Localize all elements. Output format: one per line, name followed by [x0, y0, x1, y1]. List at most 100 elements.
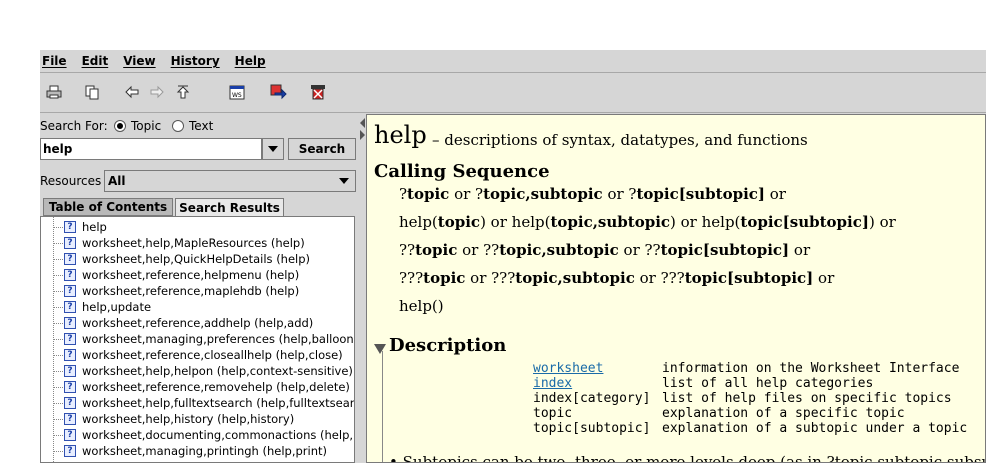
tree-connector	[53, 306, 63, 308]
back-arrow-icon[interactable]	[121, 81, 143, 103]
tree-connector	[53, 450, 63, 452]
pane-tabs: Table of Contents Search Results	[40, 198, 358, 216]
result-label: worksheet,reference,closeallhelp (help,c…	[82, 348, 343, 362]
tree-connector	[53, 226, 63, 228]
result-item[interactable]: ? worksheet,documenting,commonactions (he…	[41, 427, 354, 443]
page-subtitle: – descriptions of syntax, datatypes, and…	[432, 131, 808, 149]
calling-syntax: ???	[399, 269, 424, 287]
calling-line: ?topic or ?topic,subtopic or ?topic[subt…	[399, 185, 786, 203]
desc-value: explanation of a specific topic	[662, 406, 905, 421]
menu-help[interactable]: Help	[235, 54, 266, 68]
text-radio[interactable]	[172, 120, 184, 132]
topic-radio[interactable]	[114, 120, 126, 132]
resources-value: All	[108, 174, 126, 188]
tree-connector	[53, 274, 63, 276]
expand-right-icon[interactable]	[360, 130, 365, 140]
calling-syntax: help(	[399, 213, 438, 231]
help-topic-icon: ?	[64, 221, 76, 233]
calling-line: help(topic) or help(topic,subtopic) or h…	[399, 213, 896, 231]
tree-connector	[53, 354, 63, 356]
calling-syntax: or ?	[602, 185, 637, 203]
collapse-left-icon[interactable]	[360, 118, 365, 128]
go-to-page-icon[interactable]	[267, 81, 289, 103]
calling-syntax: or ???	[634, 269, 685, 287]
pane-splitter[interactable]	[358, 114, 366, 463]
calling-param: topic	[407, 185, 450, 203]
result-label: worksheet,help,fulltextsearch (help,full…	[82, 396, 355, 410]
result-item[interactable]: ? worksheet,help,QuickHelpDetails (help)	[41, 251, 310, 267]
desc-value: list of help files on specific topics	[662, 391, 952, 406]
topic-radio-label[interactable]: Topic	[131, 119, 161, 133]
calling-sequence-heading: Calling Sequence	[374, 161, 550, 182]
result-item[interactable]: ? worksheet,help,fulltextsearch (help,ful…	[41, 395, 355, 411]
help-page: help – descriptions of syntax, datatypes…	[366, 114, 986, 463]
result-item[interactable]: ? help	[41, 219, 107, 235]
help-topic-icon: ?	[64, 269, 76, 281]
menubar: File Edit View History Help	[40, 50, 986, 72]
resources-label: Resources	[40, 174, 102, 188]
bullet-text: Subtopics can be two, three, or more lev…	[402, 453, 986, 463]
result-label: worksheet,help,QuickHelpDetails (help)	[82, 252, 311, 266]
calling-syntax: or ?	[449, 185, 484, 203]
section-guide-line	[382, 351, 383, 462]
result-item[interactable]: ? worksheet,help,MapleResources (help)	[41, 235, 305, 251]
menu-edit[interactable]: Edit	[82, 54, 109, 68]
calling-syntax: or ??	[457, 241, 500, 259]
menu-history[interactable]: History	[171, 54, 220, 68]
calling-param: topic[subtopic]	[740, 213, 869, 231]
desc-link[interactable]: index	[533, 376, 572, 391]
desc-link[interactable]: worksheet	[533, 361, 603, 376]
result-label: help	[82, 220, 107, 234]
calling-syntax: help()	[399, 297, 444, 315]
toolbar: WS	[40, 73, 986, 111]
search-for-label: Search For:	[40, 119, 108, 133]
tree-connector	[53, 322, 63, 324]
result-label: worksheet,help,MapleResources (help)	[82, 236, 305, 250]
calling-param: topic	[423, 269, 466, 287]
forward-arrow-icon[interactable]	[146, 81, 168, 103]
search-history-dropdown[interactable]	[262, 138, 284, 160]
maple-help-window: File Edit View History Help WS Search Fo…	[40, 50, 986, 463]
copy-icon[interactable]	[81, 81, 103, 103]
close-page-icon[interactable]	[307, 81, 329, 103]
page-title: help	[374, 121, 427, 149]
menu-view[interactable]: View	[123, 54, 155, 68]
help-topic-icon: ?	[64, 317, 76, 329]
result-item[interactable]: ? worksheet,help,history (help,history)	[41, 411, 294, 427]
calling-param: topic[subtopic]	[684, 269, 814, 287]
menu-file[interactable]: File	[42, 54, 67, 68]
tree-connector	[53, 258, 63, 260]
calling-param: topic,subtopic	[515, 269, 635, 287]
calling-syntax: or	[813, 269, 835, 287]
result-label: worksheet,managing,printingh (help,print…	[82, 444, 328, 458]
resources-select[interactable]: All	[104, 170, 356, 192]
tab-search-results[interactable]: Search Results	[175, 198, 284, 216]
description-heading: Description	[389, 335, 507, 356]
printer-icon[interactable]	[43, 81, 65, 103]
tab-table-of-contents[interactable]: Table of Contents	[43, 198, 173, 216]
result-item[interactable]: ? worksheet,managing,preferences (help,ba…	[41, 331, 354, 347]
text-radio-label[interactable]: Text	[189, 119, 213, 133]
help-topic-icon: ?	[64, 397, 76, 409]
result-item[interactable]: ? worksheet,reference,helpmenu (help)	[41, 267, 299, 283]
result-item[interactable]: ? worksheet,reference,removehelp (help,de…	[41, 379, 350, 395]
calling-param: topic[subtopic]	[636, 185, 765, 203]
calling-param: topic	[437, 213, 481, 231]
search-button[interactable]: Search	[288, 138, 356, 160]
search-input[interactable]: help	[40, 138, 262, 160]
result-item[interactable]: ? help,update	[41, 299, 151, 315]
result-item[interactable]: ? worksheet,reference,addhelp (help,add)	[41, 315, 313, 331]
tree-connector	[53, 338, 63, 340]
open-worksheet-icon[interactable]: WS	[226, 81, 248, 103]
result-item[interactable]: ? worksheet,reference,closeallhelp (help,…	[41, 347, 343, 363]
result-item[interactable]: ? worksheet,reference,maplehdb (help)	[41, 283, 299, 299]
home-up-icon[interactable]	[172, 81, 194, 103]
result-item[interactable]: ? worksheet,help,helpon (help,context-sen…	[41, 363, 353, 379]
result-item[interactable]: ? worksheet,managing,printingh (help,prin…	[41, 443, 327, 459]
toolbar-divider	[40, 112, 986, 113]
collapse-triangle-icon[interactable]	[374, 344, 386, 354]
tree-connector	[53, 370, 63, 372]
calling-syntax: or	[765, 185, 786, 203]
calling-line: ???topic or ???topic,subtopic or ???topi…	[399, 269, 834, 287]
calling-param: topic,subtopic	[499, 241, 619, 259]
